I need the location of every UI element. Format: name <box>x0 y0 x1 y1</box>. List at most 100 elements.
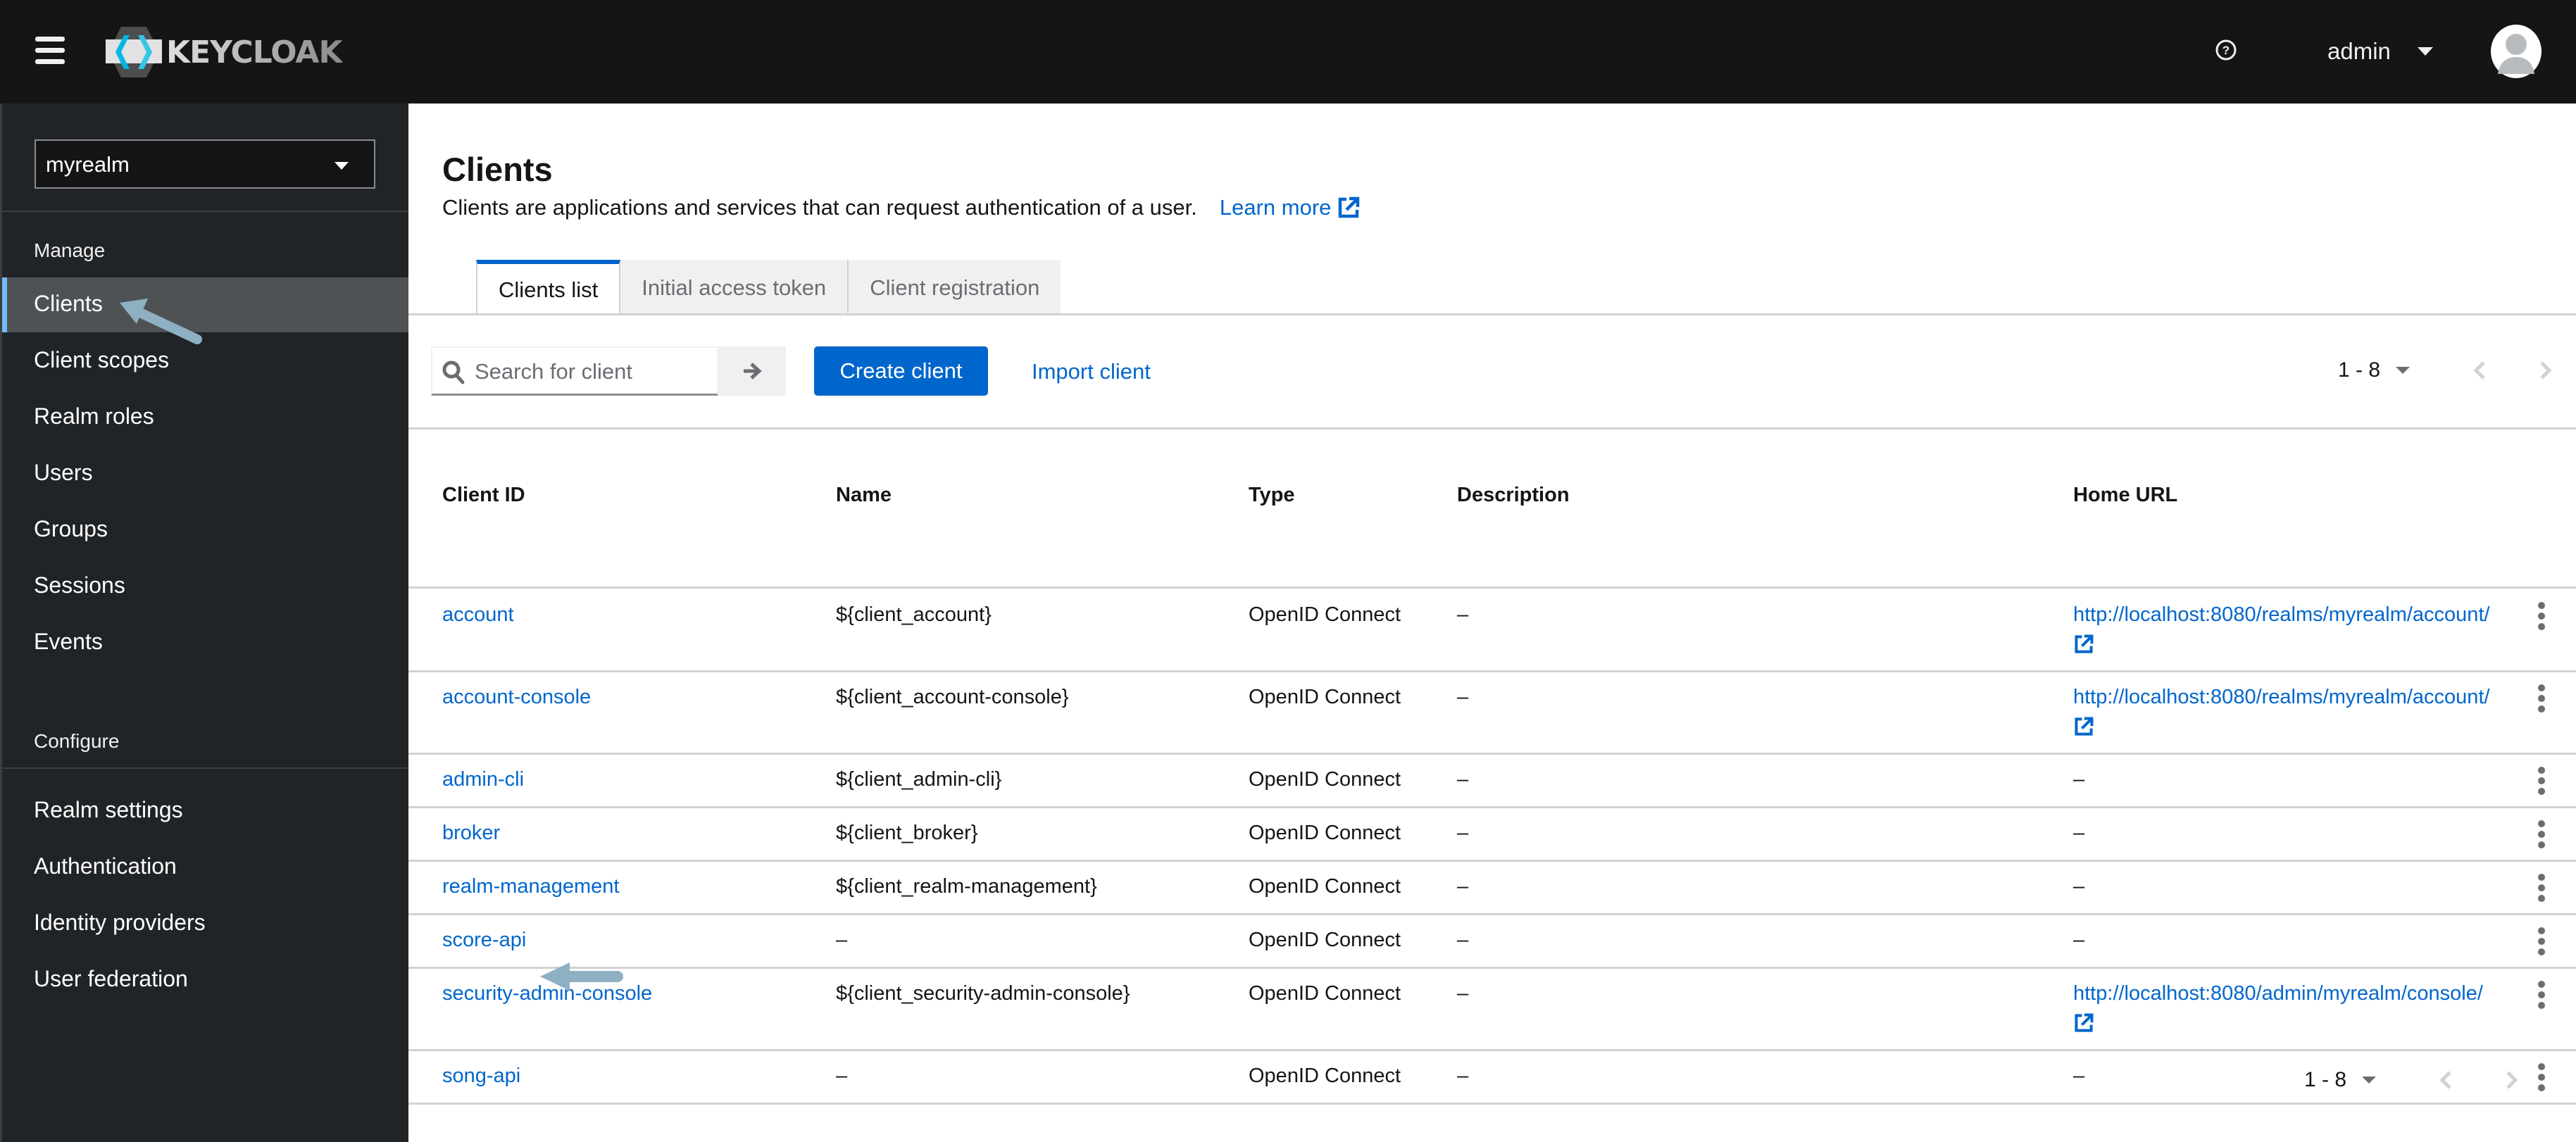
keycloak-logo[interactable]: KEYCLOAK <box>106 27 343 77</box>
kebab-menu-icon[interactable] <box>2536 927 2547 958</box>
sidebar-item-label: Identity providers <box>34 910 206 935</box>
hamburger-menu-icon[interactable] <box>35 37 65 66</box>
client-id-link[interactable]: account <box>442 603 514 627</box>
client-id-link[interactable]: admin-cli <box>442 768 524 791</box>
realm-name: myrealm <box>46 152 130 177</box>
column-header-name[interactable]: Name <box>836 484 892 507</box>
home-url: – <box>2073 929 2085 951</box>
home-url-link[interactable]: http://localhost:8080/admin/myrealm/cons… <box>2073 982 2483 1005</box>
external-link-icon[interactable] <box>2073 716 2094 737</box>
sidebar-item-groups[interactable]: Groups <box>2 503 408 558</box>
column-header-client-id[interactable]: Client ID <box>442 484 525 507</box>
svg-text:?: ? <box>2222 44 2230 57</box>
sidebar-divider <box>2 211 408 212</box>
pagination-range[interactable]: 1 - 8 <box>2304 1068 2346 1092</box>
caret-down-icon[interactable] <box>2362 1077 2377 1084</box>
create-client-button[interactable]: Create client <box>814 346 988 396</box>
import-client-button[interactable]: Import client <box>1032 359 1151 384</box>
caret-down-icon[interactable] <box>2396 367 2411 374</box>
client-name: ${client_security-admin-console} <box>836 982 1130 1005</box>
table-divider <box>408 427 2576 429</box>
sidebar-item-authentication[interactable]: Authentication <box>2 840 408 895</box>
masthead: KEYCLOAK ? admin <box>0 0 2576 103</box>
sidebar-item-realm-roles[interactable]: Realm roles <box>2 390 408 445</box>
external-link-icon[interactable] <box>2073 1012 2094 1034</box>
sidebar-item-users[interactable]: Users <box>2 446 408 501</box>
sidebar-item-realm-settings[interactable]: Realm settings <box>2 784 408 839</box>
client-id-link[interactable]: broker <box>442 822 500 845</box>
chevron-left-icon[interactable] <box>2472 360 2487 381</box>
client-id-link[interactable]: score-api <box>442 929 526 952</box>
learn-more-link[interactable]: Learn more <box>1220 195 1361 220</box>
section-label-manage: Manage <box>34 239 106 261</box>
client-name: ${client_admin-cli} <box>836 768 1002 791</box>
table-divider <box>408 670 2576 672</box>
pagination-range[interactable]: 1 - 8 <box>2338 358 2380 382</box>
tab-initial-access-token[interactable]: Initial access token <box>620 260 849 315</box>
page-description: Clients are applications and services th… <box>442 195 1361 220</box>
client-id-link[interactable]: realm-management <box>442 875 619 898</box>
external-link-icon <box>1339 196 1360 218</box>
tab-label: Initial access token <box>642 275 827 300</box>
column-header-home-url[interactable]: Home URL <box>2073 484 2177 507</box>
realm-selector[interactable]: myrealm <box>35 139 375 189</box>
table-divider <box>408 1103 2576 1105</box>
kebab-menu-icon[interactable] <box>2536 1063 2547 1094</box>
search-submit-button[interactable] <box>718 346 786 396</box>
client-type: OpenID Connect <box>1249 686 1401 708</box>
chevron-right-icon[interactable] <box>2504 1069 2520 1091</box>
home-url-link[interactable]: http://localhost:8080/realms/myrealm/acc… <box>2073 686 2490 709</box>
table-header-divider <box>408 586 2576 589</box>
kebab-menu-icon[interactable] <box>2536 684 2547 715</box>
client-description: – <box>1457 603 1469 626</box>
kebab-menu-icon[interactable] <box>2536 602 2547 633</box>
sidebar-item-events[interactable]: Events <box>2 615 408 670</box>
client-type: OpenID Connect <box>1249 1065 1401 1087</box>
sidebar-item-client-scopes[interactable]: Client scopes <box>2 334 408 389</box>
sidebar-item-label: Realm settings <box>34 797 183 822</box>
avatar-icon[interactable] <box>2491 25 2541 78</box>
client-id-link[interactable]: song-api <box>442 1065 520 1088</box>
tab-clients-list[interactable]: Clients list <box>476 260 621 315</box>
sidebar-item-user-federation[interactable]: User federation <box>2 953 408 1008</box>
client-id-link[interactable]: account-console <box>442 686 591 709</box>
client-id-link[interactable]: security-admin-console <box>442 982 652 1005</box>
chevron-right-icon[interactable] <box>2538 360 2553 381</box>
table-divider <box>408 967 2576 969</box>
search-input[interactable]: Search for client <box>431 346 718 396</box>
tab-client-registration[interactable]: Client registration <box>849 260 1061 315</box>
client-description: – <box>1457 875 1469 898</box>
tab-label: Clients list <box>499 277 599 302</box>
table-divider <box>408 1049 2576 1051</box>
username: admin <box>2327 38 2391 64</box>
client-description: – <box>1457 1065 1469 1087</box>
column-header-description[interactable]: Description <box>1457 484 1570 507</box>
kebab-menu-icon[interactable] <box>2536 981 2547 1012</box>
home-url: – <box>2073 822 2085 844</box>
chevron-left-icon[interactable] <box>2438 1069 2453 1091</box>
sidebar-item-clients[interactable]: Clients <box>2 277 408 332</box>
brand-name: KEYCLOAK <box>166 34 343 70</box>
help-icon[interactable]: ? <box>2215 39 2237 61</box>
kebab-menu-icon[interactable] <box>2536 874 2547 905</box>
sidebar-item-identity-providers[interactable]: Identity providers <box>2 896 408 951</box>
kebab-menu-icon[interactable] <box>2536 820 2547 851</box>
client-type: OpenID Connect <box>1249 822 1401 844</box>
keycloak-logo-icon <box>106 27 162 77</box>
sidebar-item-label: Users <box>34 460 93 485</box>
tab-label: Client registration <box>870 275 1040 300</box>
column-header-type[interactable]: Type <box>1249 484 1295 507</box>
search-placeholder: Search for client <box>475 359 632 384</box>
tabs: Clients list Initial access token Client… <box>476 260 1061 315</box>
user-menu-toggle[interactable]: admin <box>2327 34 2433 69</box>
kebab-menu-icon[interactable] <box>2536 767 2547 798</box>
sidebar-item-sessions[interactable]: Sessions <box>2 559 408 614</box>
sidebar-item-label: Realm roles <box>34 403 154 429</box>
client-type: OpenID Connect <box>1249 875 1401 898</box>
external-link-icon[interactable] <box>2073 634 2094 655</box>
sidebar-divider <box>2 767 408 769</box>
tabs-divider <box>408 313 2576 315</box>
sidebar: myrealm Manage Clients Client scopes Rea… <box>0 103 408 1142</box>
pagination-top: 1 - 8 <box>2338 358 2553 382</box>
home-url-link[interactable]: http://localhost:8080/realms/myrealm/acc… <box>2073 603 2490 627</box>
